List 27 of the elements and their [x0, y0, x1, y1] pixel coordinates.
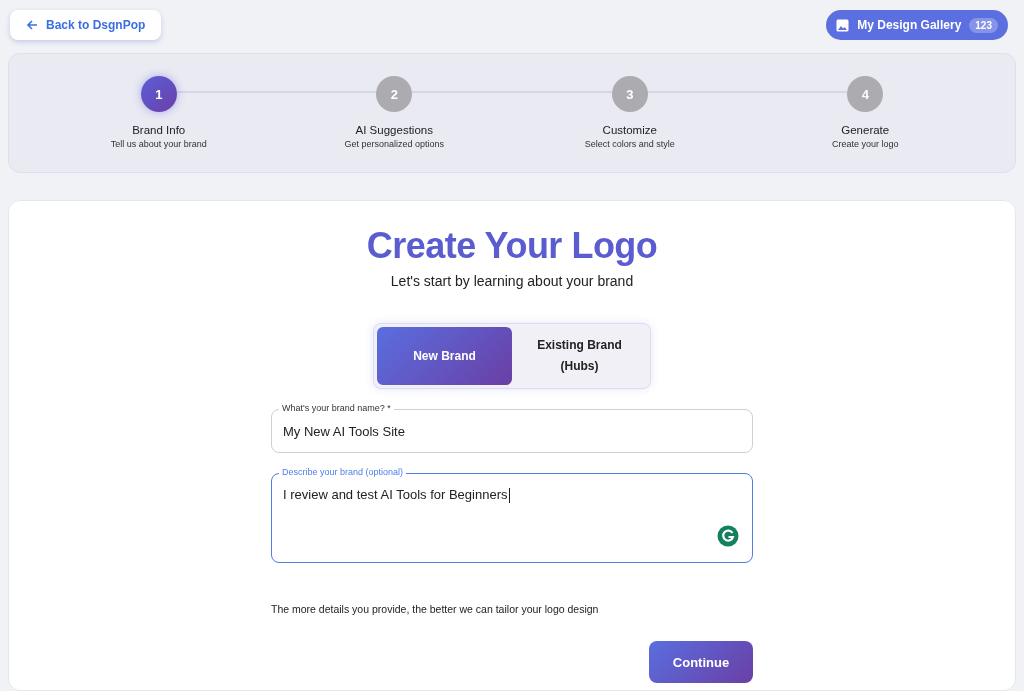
gallery-button[interactable]: My Design Gallery 123	[826, 10, 1008, 40]
field-label: What's your brand name? *	[279, 402, 394, 415]
brand-type-option[interactable]: New Brand	[377, 327, 512, 385]
description-field[interactable]: Describe your brand (optional) I review and test AI Tools for Beginners	[271, 466, 753, 563]
step-title: Generate	[841, 124, 890, 136]
field-label: Describe your brand (optional)	[279, 466, 407, 479]
brand-type-option[interactable]: Existing Brand (Hubs)	[512, 327, 647, 385]
back-arrow-icon	[26, 19, 38, 31]
field-value: My New AI Tools Site	[283, 423, 405, 439]
field-value: I review and test AI Tools for Beginners	[283, 487, 510, 504]
brand-name-field[interactable]: What's your brand name? * My New AI Tools Site	[271, 402, 753, 453]
grammar-assistant-icon[interactable]	[717, 525, 739, 547]
gallery-count-badge: 123	[969, 17, 998, 33]
step-description: Get personalized options	[344, 139, 445, 149]
page-subheading: Let's start by learning about your brand	[390, 273, 634, 289]
step-description: Tell us about your brand	[110, 139, 207, 149]
hint-text: The more details you provide, the better we can tailor your logo design	[271, 603, 600, 615]
step-title: AI Suggestions	[355, 124, 433, 136]
back-button[interactable]: Back to DsgnPop	[10, 10, 162, 40]
step-description: Select colors and style	[584, 139, 675, 149]
continue-button[interactable]: Continue	[649, 641, 753, 683]
step-number[interactable]: 1	[140, 76, 177, 112]
page-heading: Create Your Logo	[366, 225, 658, 267]
image-icon	[836, 18, 850, 32]
step-title: Brand Info	[132, 124, 186, 136]
step-title: Customize	[602, 124, 657, 136]
step-description: Create your logo	[831, 139, 899, 149]
